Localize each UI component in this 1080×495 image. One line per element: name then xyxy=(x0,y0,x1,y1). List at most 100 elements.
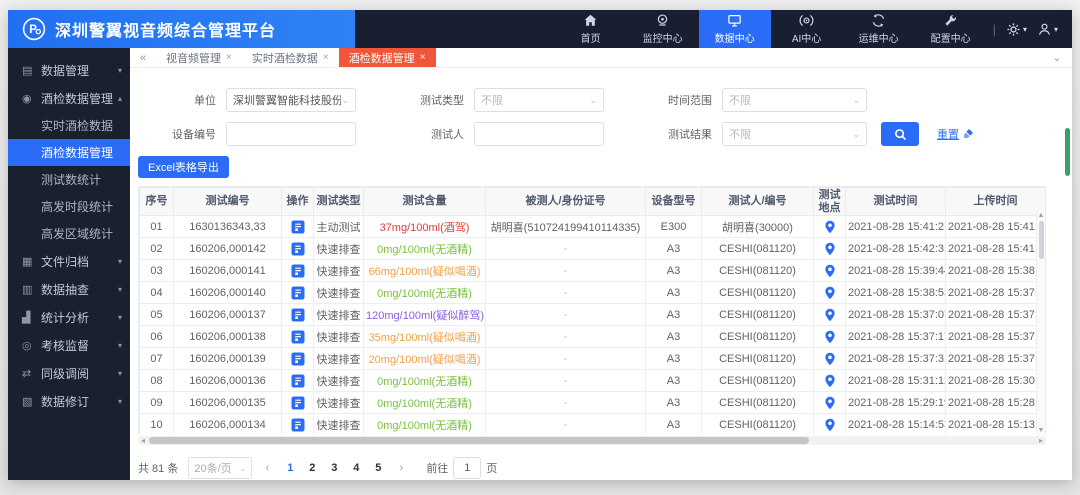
tab-close-icon[interactable]: × xyxy=(323,52,329,63)
page-scrollbar-thumb[interactable] xyxy=(1065,128,1070,176)
cell-tester: CESHI(081120) xyxy=(701,347,814,371)
sidebar-item-label: 酒检数据管理 xyxy=(41,146,114,160)
table-vscroll-thumb[interactable] xyxy=(1038,221,1044,259)
cell-tester: 胡明喜(30000) xyxy=(701,215,814,239)
unit-label: 单位 xyxy=(194,95,216,107)
page-number-5[interactable]: 5 xyxy=(370,462,386,474)
goto-page-input[interactable] xyxy=(453,457,482,479)
tab-0[interactable]: 视音频管理 × xyxy=(156,48,242,67)
location-pin-icon[interactable] xyxy=(823,264,837,278)
sidebar-item-10[interactable]: ◎ 考核监督 ▾ xyxy=(8,331,130,359)
sidebar-item-2[interactable]: 实时酒检数据 xyxy=(8,112,130,139)
nav-item-monitor-center[interactable]: 监控中心 xyxy=(627,10,699,48)
test-type-select[interactable]: 不限 ⌄ xyxy=(474,88,604,112)
record-file-icon[interactable] xyxy=(291,220,305,234)
device-no-label: 设备编号 xyxy=(172,129,216,141)
page-number-2[interactable]: 2 xyxy=(304,462,320,474)
sidebar-item-3[interactable]: 酒检数据管理 xyxy=(8,139,130,166)
table-vertical-scrollbar[interactable]: ▲ ▼ xyxy=(1036,212,1045,434)
cell-location xyxy=(813,237,846,261)
tester-input[interactable] xyxy=(474,122,604,146)
sidebar-item-9[interactable]: ▟ 统计分析 ▾ xyxy=(8,303,130,331)
location-pin-icon[interactable] xyxy=(823,330,837,344)
record-file-icon[interactable] xyxy=(291,264,305,278)
next-page-icon[interactable]: › xyxy=(392,462,410,474)
location-pin-icon[interactable] xyxy=(823,396,837,410)
nav-item-config-center[interactable]: 配置中心 xyxy=(915,10,987,48)
tab-1[interactable]: 实时酒检数据 × xyxy=(242,48,339,67)
assess-icon: ◎ xyxy=(22,339,32,352)
scroll-left-icon[interactable]: ◂ xyxy=(138,436,148,445)
nav-item-data-center[interactable]: 数据中心 xyxy=(698,10,771,48)
location-pin-icon[interactable] xyxy=(823,286,837,300)
column-header-8: 测试地点 xyxy=(813,187,846,217)
user-account-button[interactable]: ▾ xyxy=(1037,22,1058,37)
record-file-icon[interactable] xyxy=(291,396,305,410)
record-file-icon[interactable] xyxy=(291,286,305,300)
record-file-icon[interactable] xyxy=(291,330,305,344)
nav-item-ai-center[interactable]: AI中心 xyxy=(771,10,843,48)
cell-subject: - xyxy=(485,259,646,283)
test-result-select[interactable]: 不限 ⌄ xyxy=(722,122,867,146)
sidebar-item-0[interactable]: ▤ 数据管理 ▾ xyxy=(8,56,130,84)
sidebar-item-label: 数据管理 xyxy=(41,63,90,78)
tab-collapse-icon[interactable]: ⌄ xyxy=(1042,48,1072,67)
record-file-icon[interactable] xyxy=(291,418,305,432)
sidebar-item-6[interactable]: 高发区域统计 xyxy=(8,220,130,247)
hscroll-thumb[interactable] xyxy=(149,437,809,444)
page-size-select[interactable]: 20条/页 ⌄ xyxy=(188,457,253,479)
page-numbers: 12345 xyxy=(282,462,386,474)
page-number-1[interactable]: 1 xyxy=(282,462,298,474)
record-file-icon[interactable] xyxy=(291,242,305,256)
cell-type: 快速排查 xyxy=(313,237,364,261)
cell-device-model: A3 xyxy=(645,391,702,415)
device-no-input[interactable] xyxy=(226,122,356,146)
cell-device-model: A3 xyxy=(645,369,702,393)
time-range-select[interactable]: 不限 ⌄ xyxy=(722,88,867,112)
settings-gear-button[interactable]: ▾ xyxy=(1006,22,1027,37)
tab-close-icon[interactable]: × xyxy=(226,52,232,63)
tab-back-icon[interactable]: « xyxy=(130,48,156,67)
excel-export-button[interactable]: Excel表格导出 xyxy=(138,156,229,178)
sidebar-item-12[interactable]: ▧ 数据修订 ▾ xyxy=(8,387,130,415)
sidebar-item-4[interactable]: 测试数统计 xyxy=(8,166,130,193)
unit-select[interactable]: 深圳警翼智能科技股份有限公司 ⌄ xyxy=(226,88,356,112)
nav-item-ops-center[interactable]: 运维中心 xyxy=(843,10,915,48)
record-file-icon[interactable] xyxy=(291,374,305,388)
location-pin-icon[interactable] xyxy=(823,308,837,322)
tab-2[interactable]: 酒检数据管理 × xyxy=(338,48,436,67)
record-file-icon[interactable] xyxy=(291,308,305,322)
data-table-wrap: 序号 测试编号 操作 测试类型 测试含量 被测人/身份证号 设备型号 测试人/编号 测试地点 测试… xyxy=(138,186,1046,434)
cell-upload-time: 2021-08-28 15:37:21 xyxy=(945,325,1045,349)
location-pin-icon[interactable] xyxy=(823,418,837,432)
page-number-3[interactable]: 3 xyxy=(326,462,342,474)
cell-device-model: A3 xyxy=(645,237,702,261)
sidebar-item-7[interactable]: ▦ 文件归档 ▾ xyxy=(8,247,130,275)
sidebar-item-8[interactable]: ▥ 数据抽查 ▾ xyxy=(8,275,130,303)
tab-close-icon[interactable]: × xyxy=(420,52,426,63)
sidebar-item-label: 高发时段统计 xyxy=(41,200,114,214)
location-pin-icon[interactable] xyxy=(823,220,837,234)
nav-item-home[interactable]: 首页 xyxy=(555,10,627,48)
location-pin-icon[interactable] xyxy=(823,374,837,388)
sidebar-item-5[interactable]: 高发时段统计 xyxy=(8,193,130,220)
page-number-4[interactable]: 4 xyxy=(348,462,364,474)
cell-content: 0mg/100ml(无酒精) xyxy=(363,413,486,434)
sidebar-item-1[interactable]: ◉ 酒检数据管理 ▴ xyxy=(8,84,130,112)
cell-operation xyxy=(281,281,314,305)
record-file-icon[interactable] xyxy=(291,352,305,366)
cell-upload-time: 2021-08-28 15:28:11 xyxy=(945,391,1045,415)
cell-device-model: A3 xyxy=(645,281,702,305)
prev-page-icon[interactable]: ‹ xyxy=(258,462,276,474)
tab-label: 实时酒检数据 xyxy=(251,52,318,65)
location-pin-icon[interactable] xyxy=(823,242,837,256)
config-center-icon xyxy=(943,13,958,28)
reset-link[interactable]: 重置 xyxy=(937,126,974,142)
table-horizontal-scrollbar[interactable]: ◂ ▸ xyxy=(138,436,1046,445)
cell-tester: CESHI(081120) xyxy=(701,281,814,305)
location-pin-icon[interactable] xyxy=(823,352,837,366)
scroll-right-icon[interactable]: ▸ xyxy=(1036,436,1046,445)
test-type-label: 测试类型 xyxy=(420,95,464,107)
search-button[interactable] xyxy=(881,122,919,146)
sidebar-item-11[interactable]: ⇄ 同级调阅 ▾ xyxy=(8,359,130,387)
